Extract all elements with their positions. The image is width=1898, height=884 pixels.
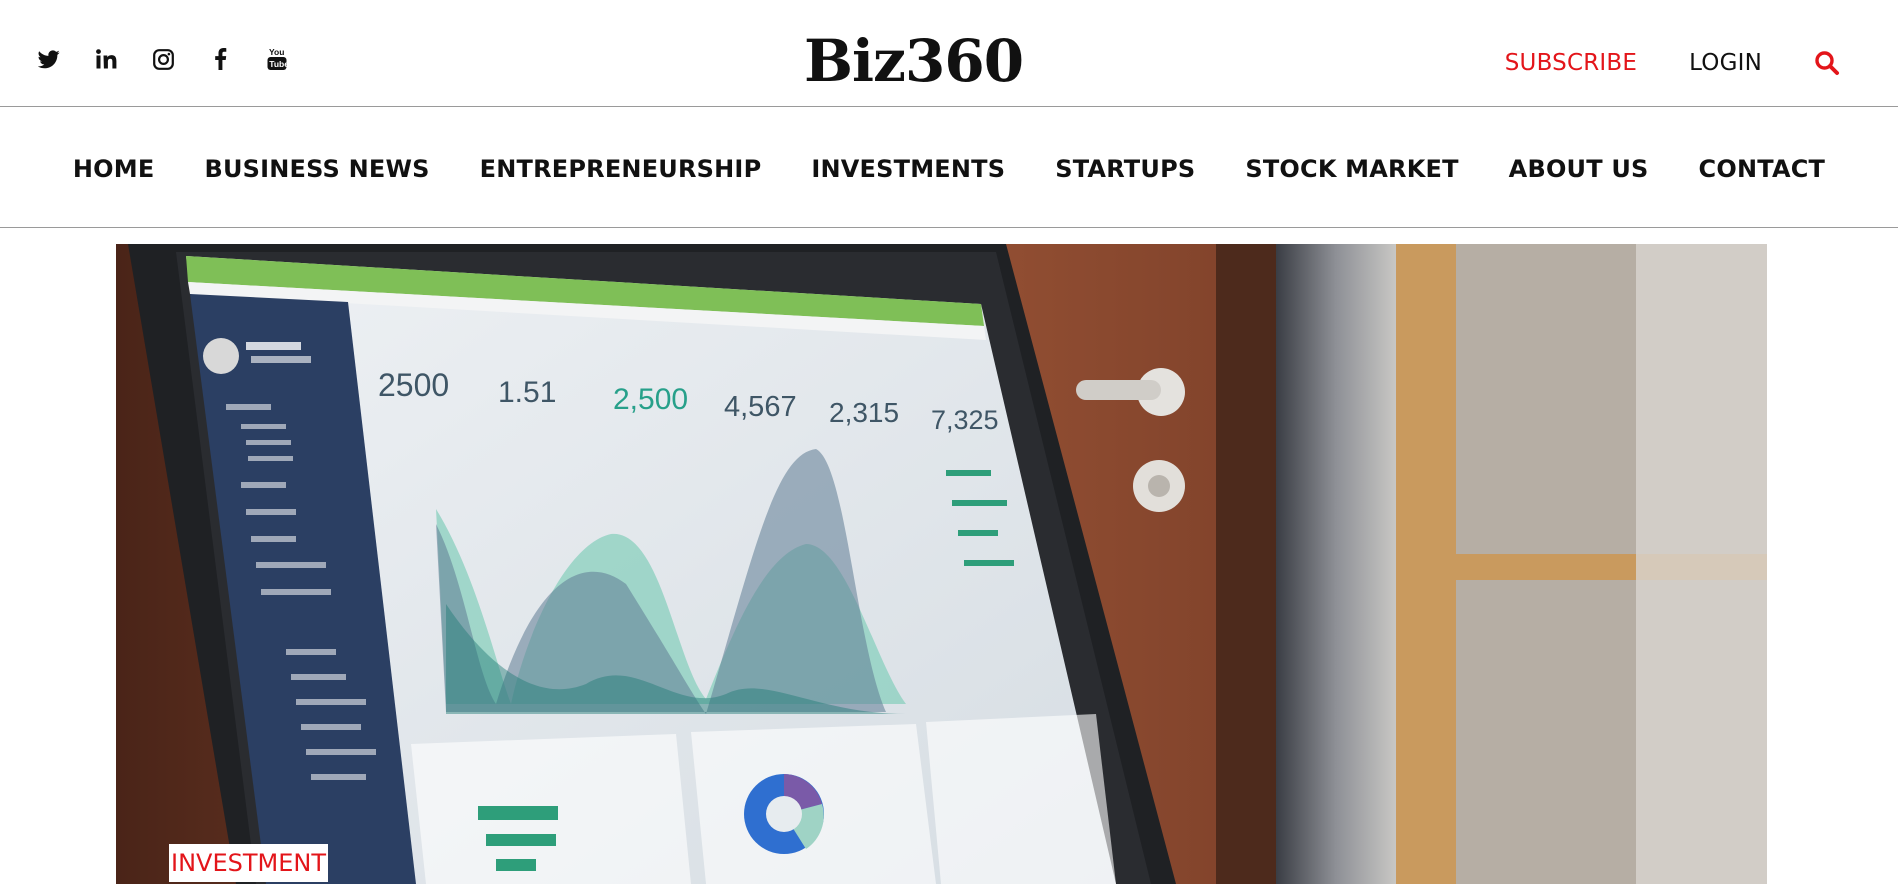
nav-item-stock-market[interactable]: STOCK MARKET (1245, 155, 1458, 183)
header-actions: SUBSCRIBE LOGIN (1505, 50, 1840, 76)
stat-value: 2,315 (829, 397, 899, 428)
facebook-icon[interactable] (207, 46, 233, 72)
category-badge[interactable]: INVESTMENT (169, 844, 328, 882)
stat-value: 4,567 (724, 391, 797, 423)
nav-item-startups[interactable]: STARTUPS (1055, 155, 1195, 183)
social-links: You Tube (36, 46, 321, 72)
nav-item-about-us[interactable]: ABOUT US (1509, 155, 1649, 183)
stat-value: 1.51 (498, 376, 556, 409)
nav-item-investments[interactable]: INVESTMENTS (811, 155, 1005, 183)
nav-item-business-news[interactable]: BUSINESS NEWS (204, 155, 429, 183)
nav-list: HOME BUSINESS NEWS ENTREPRENEURSHIP INVE… (0, 155, 1898, 183)
top-bar: You Tube Biz360 SUBSCRIBE LOGIN (0, 0, 1898, 107)
nav-item-contact[interactable]: CONTACT (1699, 155, 1826, 183)
stat-value: 7,325 (931, 405, 999, 435)
brand-logo[interactable]: Biz360 (804, 30, 1024, 92)
subscribe-link[interactable]: SUBSCRIBE (1505, 50, 1637, 76)
linkedin-icon[interactable] (93, 46, 119, 72)
stat-value: 2500 (378, 367, 449, 403)
youtube-icon[interactable]: You Tube (264, 46, 290, 72)
stat-value: 2,500 (613, 383, 688, 416)
instagram-icon[interactable] (150, 46, 176, 72)
twitter-icon[interactable] (36, 46, 62, 72)
login-link[interactable]: LOGIN (1689, 50, 1762, 76)
hero-article[interactable]: 2500 1.51 2,500 4,567 2,315 7,325 INVEST… (116, 244, 1767, 884)
hero-image: 2500 1.51 2,500 4,567 2,315 7,325 (116, 244, 1767, 884)
svg-text:Tube: Tube (269, 59, 287, 69)
svg-text:You: You (269, 47, 284, 57)
nav-item-entrepreneurship[interactable]: ENTREPRENEURSHIP (480, 155, 762, 183)
search-icon[interactable] (1814, 50, 1840, 76)
main-nav: HOME BUSINESS NEWS ENTREPRENEURSHIP INVE… (0, 108, 1898, 228)
nav-item-home[interactable]: HOME (73, 155, 155, 183)
